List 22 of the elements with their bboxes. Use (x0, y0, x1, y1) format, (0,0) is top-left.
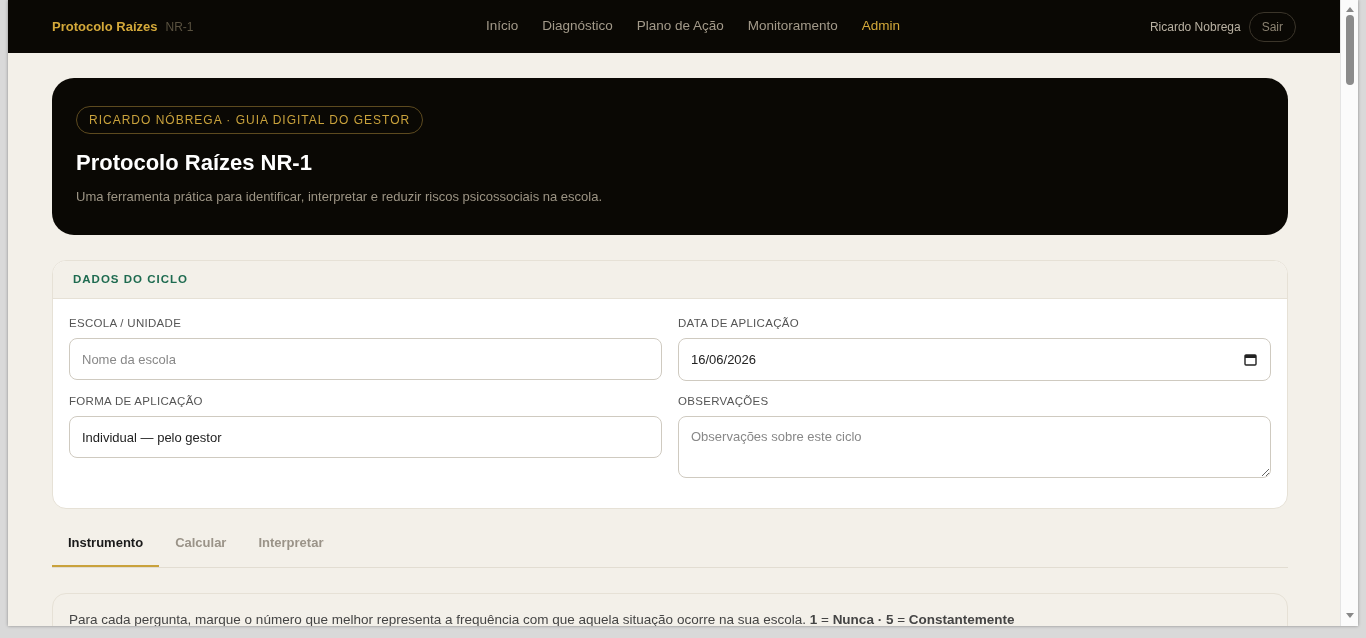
brand-name[interactable]: Protocolo Raízes (52, 16, 158, 37)
nav-link[interactable]: Admin (861, 16, 901, 37)
dropdown[interactable]: Individual — pelo gestor (69, 416, 662, 459)
calendar-icon[interactable] (1244, 353, 1257, 366)
field-label: DATA DE APLICAÇÃO (678, 315, 800, 331)
text-area[interactable]: Observações sobre este ciclo (678, 416, 1271, 479)
nav-link[interactable]: Plano de Ação (636, 16, 724, 37)
hero-subtitle: Uma ferramenta prática para identificar, interpretar e reduzir riscos psicossociais na escola. (76, 188, 603, 206)
tab[interactable]: Instrumento (52, 520, 160, 568)
text-field[interactable]: Nome da escola (69, 338, 662, 380)
date-field[interactable]: 16/06/2026 (678, 338, 1271, 381)
nav-link[interactable]: Início (485, 16, 519, 37)
user-name: Ricardo Nobrega (1149, 18, 1241, 36)
field-label: FORMA DE APLICAÇÃO (69, 394, 204, 409)
nav-link[interactable]: Monitoramento (747, 16, 838, 37)
brand-suffix: NR-1 (165, 18, 194, 36)
scrollbar[interactable] (1340, 0, 1358, 626)
field-label: ESCOLA / UNIDADE (69, 315, 183, 331)
card-title: DADOS DO CICLO (73, 272, 188, 285)
hero-title: Protocolo Raízes NR-1 (76, 149, 313, 177)
field-label: OBSERVAÇÕES (678, 394, 770, 409)
nav-link[interactable]: Diagnóstico (542, 16, 613, 37)
